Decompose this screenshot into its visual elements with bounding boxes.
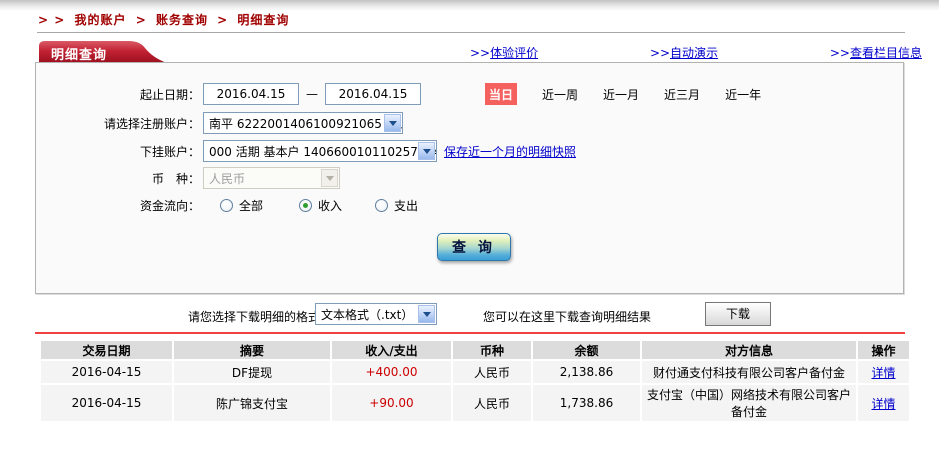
cell-balance: 1,738.86 — [533, 385, 640, 421]
cell-balance: 2,138.86 — [533, 361, 640, 383]
date-dash: — — [306, 87, 318, 101]
account-label: 请选择注册账户： — [103, 116, 200, 131]
breadcrumb-prefix: > > — [38, 13, 66, 27]
cell-summary: 陈广锦支付宝 — [174, 385, 330, 421]
top-gradient-strip — [0, 0, 939, 11]
chevron-down-icon[interactable] — [384, 114, 401, 132]
cell-counterparty: 支付宝（中国）网络技术有限公司客户备付金 — [642, 385, 856, 421]
download-format-label: 请您选择下载明细的格式 — [188, 310, 321, 324]
header-summary: 摘要 — [174, 341, 330, 359]
query-button[interactable]: 查 询 — [437, 233, 511, 261]
date-to-input[interactable] — [325, 83, 421, 105]
link-view-column-info[interactable]: >>查看栏目信息 — [830, 44, 922, 61]
breadcrumb-item-my-account[interactable]: 我的账户 — [74, 13, 126, 27]
flow-radio-all-label: 全部 — [239, 198, 264, 213]
download-button[interactable]: 下载 — [705, 302, 771, 326]
header-action: 操作 — [858, 341, 909, 359]
sub-account-select-value: 000 活期 基本户 1406600101102571848 — [209, 144, 436, 159]
cell-date: 2016-04-15 — [41, 385, 172, 421]
breadcrumb-divider — [37, 32, 905, 33]
breadcrumb-item-detail-query: 明细查询 — [237, 13, 290, 27]
red-divider — [35, 332, 905, 334]
cell-summary: DF提现 — [174, 361, 330, 383]
breadcrumb: > > 我的账户 > 账务查询 > 明细查询 — [38, 11, 293, 28]
account-select[interactable]: 南平 6222001406100921065 灵通卡 — [203, 112, 403, 134]
top-links: >>体验评价 >>自动演示 >>查看栏目信息 — [470, 44, 922, 61]
quick-range-month[interactable]: 近一月 — [603, 86, 639, 103]
radio-checked-icon — [299, 198, 313, 212]
detail-link[interactable]: 详情 — [871, 366, 895, 380]
cell-currency: 人民币 — [453, 385, 531, 421]
flow-radio-expense[interactable]: 支出 — [375, 197, 418, 214]
cell-counterparty: 财付通支付科技有限公司客户备付金 — [642, 361, 856, 383]
table-header-row: 交易日期 摘要 收入/支出 币种 余额 对方信息 操作 — [41, 341, 909, 359]
breadcrumb-item-account-query[interactable]: 账务查询 — [156, 13, 208, 27]
flow-radio-income[interactable]: 收入 — [299, 197, 342, 214]
save-snapshot-link[interactable]: 保存近一个月的明细快照 — [444, 143, 576, 160]
sub-account-row: 下挂账户： 000 活期 基本户 1406600101102571848 保存近… — [36, 139, 904, 163]
cell-date: 2016-04-15 — [41, 361, 172, 383]
sub-account-select[interactable]: 000 活期 基本户 1406600101102571848 — [203, 140, 437, 162]
account-select-value: 南平 6222001406100921065 灵通卡 — [209, 116, 402, 131]
flow-radio-all[interactable]: 全部 — [220, 197, 263, 214]
date-range-label: 起止日期： — [139, 87, 200, 102]
download-format-select[interactable]: 文本格式（.txt） — [315, 303, 437, 325]
chevron-down-icon[interactable] — [418, 142, 435, 160]
flow-radio-expense-label: 支出 — [394, 198, 419, 213]
currency-row: 币 种： 人民币 — [36, 166, 904, 190]
link-auto-demo[interactable]: >>自动演示 — [650, 44, 718, 61]
header-balance: 余额 — [533, 341, 640, 359]
link-experience-rating[interactable]: >>体验评价 — [470, 44, 538, 61]
header-counterparty: 对方信息 — [642, 341, 856, 359]
header-currency: 币种 — [453, 341, 531, 359]
chevron-down-icon[interactable] — [418, 305, 435, 323]
flow-radio-income-label: 收入 — [318, 198, 343, 213]
sub-account-label: 下挂账户： — [139, 144, 200, 159]
cell-currency: 人民币 — [453, 361, 531, 383]
date-from-input[interactable] — [203, 83, 299, 105]
tab-label: 明细查询 — [51, 48, 108, 63]
detail-link[interactable]: 详情 — [871, 397, 895, 411]
download-result-label: 您可以在这里下载查询明细结果 — [483, 310, 652, 324]
table-row: 2016-04-15 陈广锦支付宝 +90.00 人民币 1,738.86 支付… — [41, 385, 909, 421]
currency-select: 人民币 — [203, 167, 340, 189]
chevron-down-icon — [321, 169, 338, 187]
fund-flow-row: 资金流向： 全部 收入 支出 — [36, 193, 904, 217]
transactions-table: 交易日期 摘要 收入/支出 币种 余额 对方信息 操作 2016-04-15 D… — [39, 339, 911, 423]
cell-amount: +90.00 — [332, 385, 451, 421]
fund-flow-label: 资金流向： — [139, 198, 200, 213]
tab-detail-query[interactable]: 明细查询 — [35, 39, 167, 63]
account-row: 请选择注册账户： 南平 6222001406100921065 灵通卡 — [36, 111, 904, 135]
quick-range-today-badge[interactable]: 当日 — [485, 83, 518, 105]
radio-icon — [375, 198, 389, 212]
currency-select-value: 人民币 — [209, 171, 246, 186]
currency-label: 币 种： — [151, 171, 200, 186]
breadcrumb-separator: > — [135, 13, 147, 27]
header-amount: 收入/支出 — [332, 341, 451, 359]
cell-amount: +400.00 — [332, 361, 451, 383]
radio-icon — [220, 198, 233, 212]
quick-range-year[interactable]: 近一年 — [725, 86, 761, 103]
table-row: 2016-04-15 DF提现 +400.00 人民币 2,138.86 财付通… — [41, 361, 909, 383]
details-query-page: > > 我的账户 > 账务查询 > 明细查询 明细查询 >>体验评价 >>自动演… — [0, 0, 939, 459]
quick-range-week[interactable]: 近一周 — [542, 86, 578, 103]
breadcrumb-separator: > — [217, 13, 229, 27]
quick-range-quarter[interactable]: 近三月 — [664, 86, 700, 103]
date-range-row: 起止日期： — 当日 近一周 近一月 近三月 近一年 — [36, 82, 904, 106]
header-date: 交易日期 — [41, 341, 172, 359]
